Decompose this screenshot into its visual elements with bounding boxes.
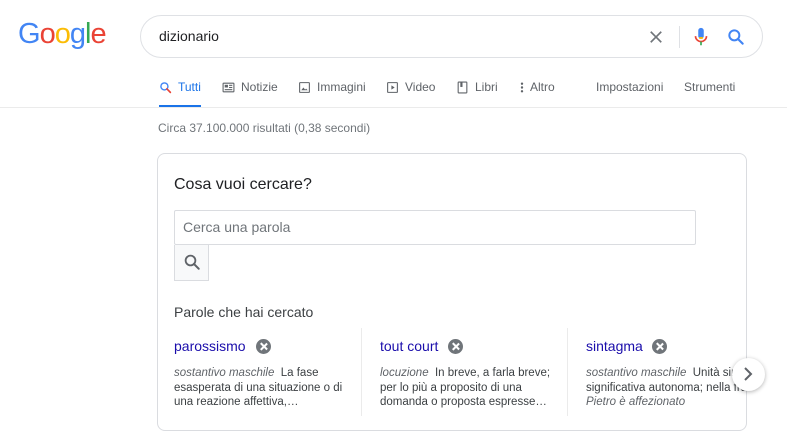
- image-icon: [299, 82, 310, 93]
- word-search-button[interactable]: [174, 245, 209, 281]
- tab-label: Notizie: [241, 80, 278, 94]
- settings-label: Impostazioni: [596, 80, 664, 94]
- part-of-speech: sostantivo maschile: [586, 367, 687, 379]
- dictionary-title: Cosa vuoi cercare?: [174, 176, 312, 193]
- tab-immagini[interactable]: Immagini: [298, 72, 366, 108]
- definition-example: Pietro è affezionato: [586, 396, 686, 408]
- remove-icon[interactable]: [652, 339, 667, 354]
- recent-word-link[interactable]: parossismo: [174, 338, 246, 354]
- recent-word-link[interactable]: sintagma: [586, 338, 643, 354]
- recent-word-definition: sostantivo maschile La fase esasperata d…: [174, 366, 346, 410]
- recent-word-card[interactable]: parossismo sostantivo maschile La fase e…: [174, 328, 364, 416]
- remove-icon[interactable]: [256, 339, 271, 354]
- tools-link[interactable]: Strumenti: [684, 72, 735, 108]
- search-icon[interactable]: [726, 27, 746, 47]
- remove-icon[interactable]: [448, 339, 463, 354]
- more-icon: [520, 82, 524, 93]
- recent-word-link[interactable]: tout court: [380, 338, 438, 354]
- tab-libri[interactable]: Libri: [456, 72, 498, 108]
- tab-label: Libri: [475, 80, 498, 94]
- video-icon: [387, 82, 398, 93]
- tab-label: Altro: [530, 80, 555, 94]
- settings-link[interactable]: Impostazioni: [596, 72, 663, 108]
- history-label: Parole che hai cercato: [174, 304, 314, 320]
- logo-letter-e: e: [90, 18, 106, 50]
- search-icon: [184, 254, 200, 270]
- search-icon: [160, 82, 172, 94]
- logo-letter-o1: o: [39, 18, 56, 50]
- tabs-divider: [0, 107, 787, 108]
- part-of-speech: locuzione: [380, 367, 429, 379]
- dictionary-card: Cosa vuoi cercare? Cerca una parola Paro…: [157, 153, 747, 431]
- logo-letter-o2: o: [54, 18, 71, 50]
- chevron-right-icon: [744, 367, 753, 381]
- recent-word-definition: locuzione In breve, a farla breve; per l…: [380, 366, 552, 410]
- tab-altro[interactable]: Altro: [518, 72, 555, 108]
- tab-notizie[interactable]: Notizie: [222, 72, 278, 108]
- column-divider: [361, 328, 362, 416]
- logo-letter-g: G: [18, 18, 41, 50]
- recent-word-definition: sostantivo maschile Unità sintattica sig…: [586, 366, 746, 410]
- search-divider: [679, 26, 680, 48]
- part-of-speech: sostantivo maschile: [174, 367, 275, 379]
- tab-label: Video: [405, 80, 436, 94]
- result-stats: Circa 37.100.000 risultati (0,38 secondi…: [158, 121, 371, 135]
- word-search-input[interactable]: Cerca una parola: [174, 210, 696, 245]
- news-icon: [222, 82, 235, 93]
- search-bar[interactable]: dizionario: [140, 15, 763, 58]
- tab-video[interactable]: Video: [386, 72, 435, 108]
- tools-label: Strumenti: [684, 80, 736, 94]
- logo-letter-g2: g: [69, 18, 86, 50]
- tab-label: Tutti: [178, 80, 201, 94]
- tab-label: Immagini: [317, 80, 366, 94]
- next-arrow-button[interactable]: [732, 358, 765, 391]
- close-icon[interactable]: [646, 27, 666, 47]
- book-icon: [457, 81, 468, 94]
- microphone-icon[interactable]: [692, 26, 710, 48]
- recent-word-card[interactable]: tout court locuzione In breve, a farla b…: [380, 328, 570, 416]
- tab-tutti[interactable]: Tutti: [159, 72, 201, 108]
- column-divider: [567, 328, 568, 416]
- search-tabs: Tutti Notizie Immagini Video Libri Altro…: [150, 72, 770, 108]
- recent-word-card[interactable]: sintagma sostantivo maschile Unità sinta…: [586, 328, 746, 416]
- google-logo[interactable]: Google: [18, 18, 107, 51]
- search-input[interactable]: dizionario: [159, 28, 219, 44]
